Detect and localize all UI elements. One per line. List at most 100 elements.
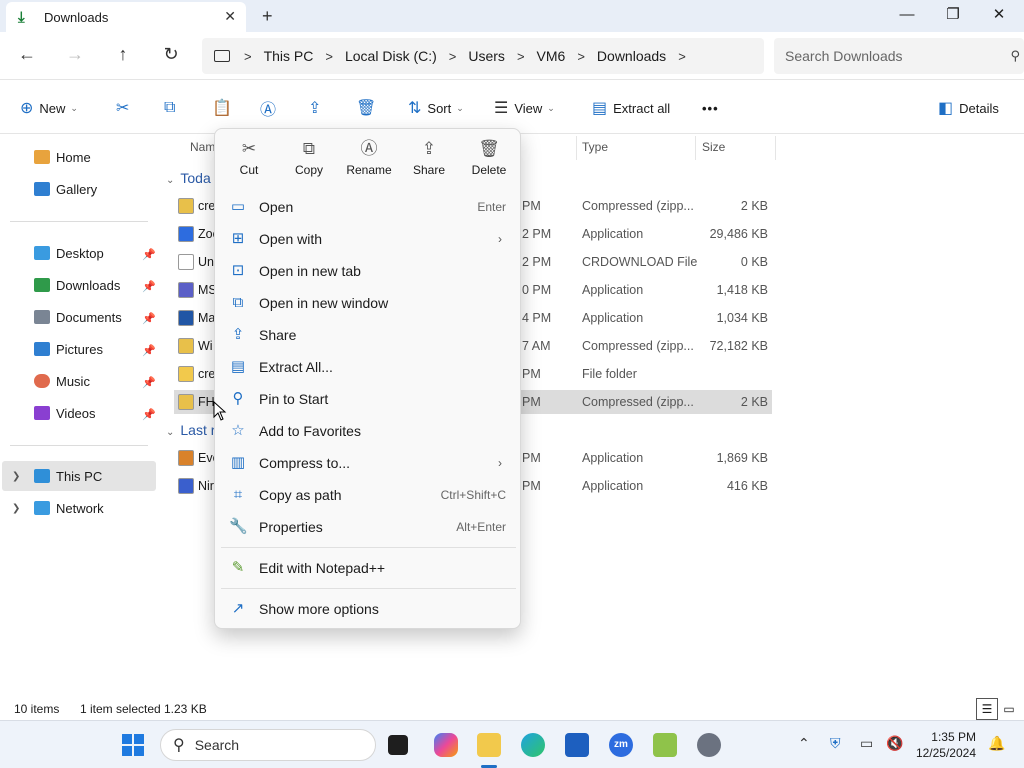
sidebar-item-label: Desktop — [56, 245, 104, 261]
zoom-icon[interactable]: zm — [609, 733, 633, 757]
tab-downloads[interactable]: ⤓ Downloads ✕ — [6, 2, 246, 32]
copy-button[interactable]: ⧉ — [164, 97, 181, 119]
group-header-today[interactable]: ⌄ Toda — [166, 170, 211, 186]
minimize-button[interactable]: — — [884, 4, 930, 28]
clock[interactable]: 1:35 PM 12/25/2024 — [910, 729, 976, 761]
volume-icon[interactable]: 🔇 — [886, 735, 903, 752]
menu-item-compress-to[interactable]: ▥ Compress to... › — [221, 448, 516, 478]
column-header-name[interactable]: Nam — [190, 140, 215, 154]
menu-item-show-more-options[interactable]: ↗ Show more options — [221, 594, 516, 624]
breadcrumb-downloads[interactable]: Downloads — [597, 48, 666, 64]
taskbar-search[interactable]: ⚲ Search — [160, 729, 376, 761]
column-divider[interactable] — [576, 136, 577, 160]
column-header-size[interactable]: Size — [702, 140, 725, 154]
breadcrumb-separator[interactable]: > — [449, 49, 457, 64]
context-rename-button[interactable]: Ⓐ Rename — [341, 137, 397, 185]
file-type: Compressed (zipp... — [582, 199, 694, 213]
menu-item-open-with[interactable]: ⊞ Open with › — [221, 224, 516, 254]
back-button[interactable]: ← — [12, 44, 42, 65]
home-icon — [34, 150, 50, 164]
breadcrumb-vm6[interactable]: VM6 — [537, 48, 566, 64]
chevron-right-icon[interactable]: ❯ — [12, 471, 20, 482]
copilot-icon[interactable] — [434, 733, 458, 757]
menu-item-edit-notepad[interactable]: ✎ Edit with Notepad++ — [221, 553, 516, 583]
sidebar-item-videos[interactable]: Videos — [34, 402, 96, 424]
close-window-button[interactable]: ✕ — [976, 4, 1022, 28]
cut-button[interactable]: ✂ — [116, 97, 135, 119]
chevron-right-icon[interactable]: ❯ — [12, 503, 20, 514]
address-bar[interactable]: > This PC > Local Disk (C:) > Users > VM… — [202, 38, 764, 74]
edge-icon[interactable] — [521, 733, 545, 757]
notification-bell-icon[interactable]: 🔔 — [988, 735, 1005, 752]
breadcrumb-separator[interactable]: > — [577, 49, 585, 64]
menu-item-extract-all[interactable]: ▤ Extract All... — [221, 352, 516, 382]
search-input[interactable]: Search Downloads ⚲ — [774, 38, 1024, 74]
column-divider[interactable] — [695, 136, 696, 160]
menu-item-share[interactable]: ⇪ Share — [221, 320, 516, 350]
context-cut-button[interactable]: ✂ Cut — [221, 137, 277, 185]
sidebar-item-music[interactable]: Music — [34, 370, 90, 392]
details-button[interactable]: ◧ Details — [938, 97, 999, 119]
forward-button[interactable]: → — [60, 44, 90, 65]
group-header-last[interactable]: ⌄ Last r — [166, 422, 215, 438]
menu-item-properties[interactable]: 🔧 Properties Alt+Enter — [221, 512, 516, 542]
context-share-button[interactable]: ⇪ Share — [401, 137, 457, 185]
breadcrumb-separator[interactable]: > — [517, 49, 525, 64]
file-type: File folder — [582, 367, 637, 381]
menu-item-pin-to-start[interactable]: ⚲ Pin to Start — [221, 384, 516, 414]
details-view-button[interactable]: ☰ — [976, 698, 998, 720]
menu-item-icon: ⚲ — [232, 390, 244, 407]
breadcrumb-separator[interactable]: > — [244, 49, 252, 64]
close-tab-icon[interactable]: ✕ — [224, 8, 236, 25]
gallery-icon — [34, 182, 50, 196]
videos-icon — [34, 406, 50, 420]
view-button[interactable]: ☰ View ⌄ — [494, 97, 555, 119]
share-button[interactable]: ⇪ — [308, 97, 327, 119]
sidebar-item-home[interactable]: Home — [34, 146, 91, 168]
sidebar-item-label: Network — [56, 500, 104, 516]
more-options-button[interactable]: ••• — [702, 97, 719, 119]
sidebar-item-pictures[interactable]: Pictures — [34, 338, 103, 360]
task-view-icon[interactable] — [388, 735, 408, 755]
maximize-button[interactable]: ❐ — [930, 4, 976, 28]
store-icon[interactable] — [565, 733, 589, 757]
up-button[interactable]: ↑ — [108, 44, 138, 65]
windows-start-icon[interactable] — [121, 733, 145, 757]
menu-item-copy-as-path[interactable]: ⌗ Copy as path Ctrl+Shift+C — [221, 480, 516, 510]
file-explorer-icon[interactable] — [477, 733, 501, 757]
sidebar-item-desktop[interactable]: Desktop — [34, 242, 104, 264]
context-delete-button[interactable]: 🗑 Delete — [461, 137, 517, 185]
menu-item-open-in-new-window[interactable]: ⧉ Open in new window — [221, 288, 516, 318]
network-status-icon[interactable]: ▭ — [860, 735, 873, 752]
breadcrumb-separator[interactable]: > — [678, 49, 686, 64]
extract-all-button[interactable]: ▤ Extract all — [592, 97, 670, 119]
delete-button[interactable]: 🗑 — [356, 97, 382, 119]
notepad-plus-plus-icon[interactable] — [653, 733, 677, 757]
context-copy-button[interactable]: ⧉ Copy — [281, 137, 337, 185]
breadcrumb-this-pc[interactable]: This PC — [264, 48, 314, 64]
menu-item-open[interactable]: ▭ Open Enter — [221, 192, 516, 222]
column-header-type[interactable]: Type — [582, 140, 608, 154]
chevron-up-icon[interactable]: ⌃ — [798, 735, 810, 752]
refresh-button[interactable]: ↻ — [156, 44, 186, 65]
sidebar-item-network[interactable]: Network — [34, 497, 104, 519]
breadcrumb-separator[interactable]: > — [325, 49, 333, 64]
security-shield-icon[interactable]: ⛨ — [830, 735, 841, 752]
sidebar-item-gallery[interactable]: Gallery — [34, 178, 97, 200]
tiles-view-button[interactable]: ▭ — [998, 698, 1020, 720]
menu-item-add-to-favorites[interactable]: ☆ Add to Favorites — [221, 416, 516, 446]
settings-gear-icon[interactable] — [697, 733, 721, 757]
sidebar-item-downloads[interactable]: Downloads — [34, 274, 120, 296]
sidebar-item-documents[interactable]: Documents — [34, 306, 122, 328]
sort-button[interactable]: ⇅ Sort ⌄ — [408, 97, 464, 119]
breadcrumb-local-disk[interactable]: Local Disk (C:) — [345, 48, 437, 64]
paste-button[interactable]: 📋 — [212, 97, 238, 119]
column-divider[interactable] — [775, 136, 776, 160]
rename-button[interactable]: Ⓐ — [260, 97, 282, 119]
breadcrumb-users[interactable]: Users — [468, 48, 505, 64]
new-tab-button[interactable]: + — [262, 6, 273, 27]
file-size: 2 KB — [740, 395, 768, 409]
new-button[interactable]: ⊕ New ⌄ — [20, 97, 78, 119]
menu-item-open-in-new-tab[interactable]: ⊡ Open in new tab — [221, 256, 516, 286]
sidebar-item-this-pc[interactable]: This PC — [34, 465, 102, 487]
